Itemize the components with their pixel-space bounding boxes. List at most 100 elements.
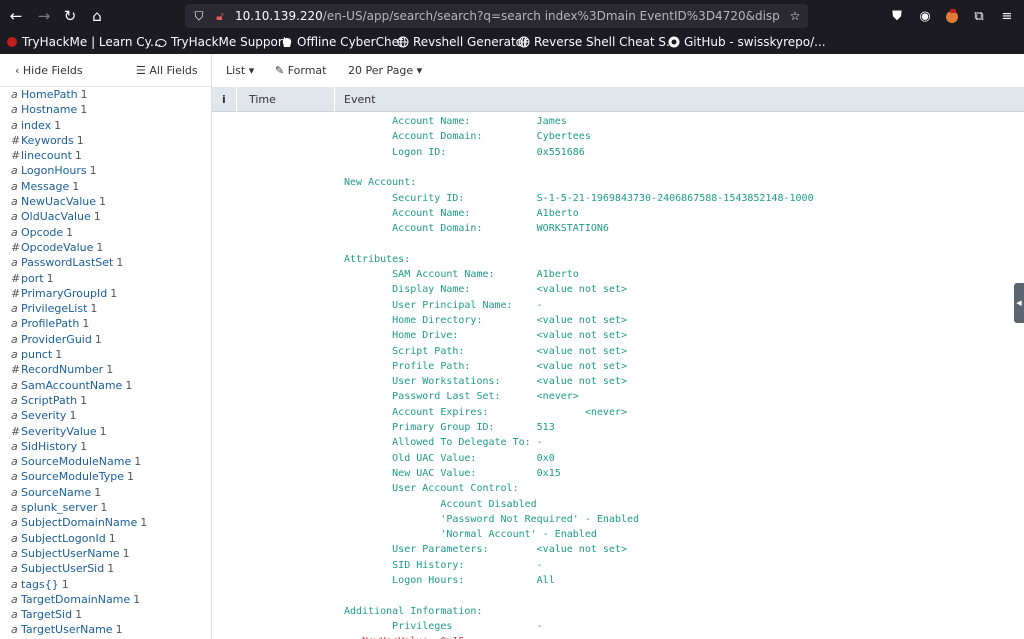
field-item[interactable]: #Keywords 1 (0, 133, 211, 148)
hide-fields-button[interactable]: ‹ Hide Fields (15, 64, 83, 77)
field-item[interactable]: a SourceModuleName 1 (0, 454, 211, 469)
field-item[interactable]: #OpcodeValue 1 (0, 240, 211, 255)
field-name[interactable]: SeverityValue (21, 425, 97, 438)
field-item[interactable]: a TargetSid 1 (0, 607, 211, 622)
field-name[interactable]: NewUacValue (21, 195, 96, 208)
address-bar[interactable]: ⛉ 🔓︎ 10.10.139.220/en-US/app/search/sear… (185, 4, 808, 28)
field-name[interactable]: PrivilegeList (21, 302, 87, 315)
field-item[interactable]: a OldUacValue 1 (0, 209, 211, 224)
shield-icon[interactable]: ⛉ (191, 8, 207, 24)
field-item[interactable]: a punct 1 (0, 347, 211, 362)
field-item[interactable]: #RecordNumber 1 (0, 362, 211, 377)
field-name[interactable]: ProviderGuid (21, 333, 92, 346)
field-name[interactable]: OpcodeValue (21, 241, 93, 254)
field-item[interactable]: a splunk_server 1 (0, 500, 211, 515)
bookmark-reverse-shell[interactable]: Reverse Shell Cheat S... (518, 35, 677, 49)
field-item[interactable]: a SamAccountName 1 (0, 378, 211, 393)
field-item[interactable]: a TargetDomainName 1 (0, 592, 211, 607)
field-name[interactable]: TargetSid (21, 608, 72, 621)
list-view-dropdown[interactable]: List ▾ (226, 64, 254, 77)
field-item[interactable]: #PrimaryGroupId 1 (0, 286, 211, 301)
per-page-dropdown[interactable]: 20 Per Page ▾ (348, 64, 422, 77)
field-name[interactable]: RecordNumber (21, 363, 103, 376)
field-item[interactable]: a SidHistory 1 (0, 439, 211, 454)
bookmark-star-icon[interactable]: ☆ (787, 8, 803, 24)
bookmark-cyberchef[interactable]: Offline CyberChef (281, 35, 403, 49)
field-name[interactable]: HomePath (21, 88, 78, 101)
field-item[interactable]: a LogonHours 1 (0, 163, 211, 178)
field-item[interactable]: a Opcode 1 (0, 225, 211, 240)
field-item[interactable]: a HomePath 1 (0, 87, 211, 102)
field-item[interactable]: #linecount 1 (0, 148, 211, 163)
field-name[interactable]: ScriptPath (21, 394, 77, 407)
home-icon[interactable]: ⌂ (87, 6, 107, 26)
menu-icon[interactable]: ≡ (998, 7, 1016, 25)
all-fields-button[interactable]: ☰ All Fields (136, 64, 198, 77)
lock-warning-icon[interactable]: 🔓︎ (212, 8, 228, 24)
bookmark-revshell[interactable]: Revshell Generator (397, 35, 528, 49)
field-name[interactable]: punct (21, 348, 52, 361)
url-text[interactable]: 10.10.139.220/en-US/app/search/search?q=… (235, 9, 780, 23)
pocket-icon[interactable]: ⛊ (888, 7, 906, 25)
field-name[interactable]: tags{} (21, 578, 59, 591)
format-button[interactable]: ✎ Format (275, 64, 326, 77)
field-name[interactable]: port (21, 272, 44, 285)
bookmark-github[interactable]: GitHub - swisskyrepo/... (668, 35, 826, 49)
field-name[interactable]: ProfilePath (21, 317, 79, 330)
field-item[interactable]: a SubjectUserSid 1 (0, 561, 211, 576)
bookmark-tryhackme-support[interactable]: TryHackMe Support (155, 35, 288, 49)
field-item[interactable]: a Hostname 1 (0, 102, 211, 117)
field-item[interactable]: a SubjectLogonId 1 (0, 531, 211, 546)
side-panel-toggle[interactable]: ◀ (1014, 283, 1024, 323)
reload-icon[interactable]: ↻ (60, 6, 80, 26)
field-item[interactable]: a tags{} 1 (0, 577, 211, 592)
field-name[interactable]: TargetDomainName (21, 593, 130, 606)
field-item[interactable]: a SubjectUserName 1 (0, 546, 211, 561)
field-name[interactable]: TargetUserName (21, 623, 113, 636)
field-item[interactable]: a NewUacValue 1 (0, 194, 211, 209)
field-name[interactable]: SubjectLogonId (21, 532, 106, 545)
time-column-header[interactable]: Time (249, 93, 276, 106)
field-name[interactable]: SourceName (21, 486, 91, 499)
bookmark-tryhackme[interactable]: TryHackMe | Learn Cy... (6, 35, 162, 49)
field-name[interactable]: SubjectUserName (21, 547, 120, 560)
field-item[interactable]: a SubjectDomainName 1 (0, 515, 211, 530)
field-name[interactable]: OldUacValue (21, 210, 91, 223)
forward-icon[interactable]: → (34, 6, 54, 26)
field-item[interactable]: #port 1 (0, 271, 211, 286)
field-name[interactable]: SourceModuleName (21, 455, 131, 468)
field-item[interactable]: a Message 1 (0, 179, 211, 194)
field-name[interactable]: LogonHours (21, 164, 87, 177)
field-item[interactable]: a Severity 1 (0, 408, 211, 423)
field-name[interactable]: PrimaryGroupId (21, 287, 107, 300)
field-item[interactable]: a SourceModuleType 1 (0, 469, 211, 484)
field-name[interactable]: Severity (21, 409, 66, 422)
event-column-header[interactable]: Event (344, 93, 376, 106)
field-item[interactable]: a SourceName 1 (0, 485, 211, 500)
extensions-icon[interactable]: ⧉ (970, 7, 988, 25)
field-name[interactable]: Opcode (21, 226, 63, 239)
field-name[interactable]: Message (21, 180, 69, 193)
back-icon[interactable]: ← (6, 6, 26, 26)
field-item[interactable]: a TargetUserName 1 (0, 622, 211, 637)
field-item[interactable]: a PasswordLastSet 1 (0, 255, 211, 270)
field-name[interactable]: Hostname (21, 103, 77, 116)
field-name[interactable]: SubjectDomainName (21, 516, 137, 529)
extension-foxyproxy-icon[interactable] (943, 7, 961, 25)
field-item[interactable]: a PrivilegeList 1 (0, 301, 211, 316)
field-name[interactable]: PasswordLastSet (21, 256, 113, 269)
field-item[interactable]: a ScriptPath 1 (0, 393, 211, 408)
field-name[interactable]: SubjectUserSid (21, 562, 104, 575)
field-name[interactable]: index (21, 119, 51, 132)
field-name[interactable]: splunk_server (21, 501, 97, 514)
field-name[interactable]: SamAccountName (21, 379, 122, 392)
field-item[interactable]: a ProviderGuid 1 (0, 332, 211, 347)
field-item[interactable]: a ProfilePath 1 (0, 316, 211, 331)
field-item[interactable]: a index 1 (0, 118, 211, 133)
field-name[interactable]: SidHistory (21, 440, 77, 453)
field-item[interactable]: #SeverityValue 1 (0, 424, 211, 439)
field-name[interactable]: linecount (21, 149, 72, 162)
field-name[interactable]: Keywords (21, 134, 74, 147)
account-icon[interactable]: ◉ (916, 7, 934, 25)
field-name[interactable]: SourceModuleType (21, 470, 124, 483)
